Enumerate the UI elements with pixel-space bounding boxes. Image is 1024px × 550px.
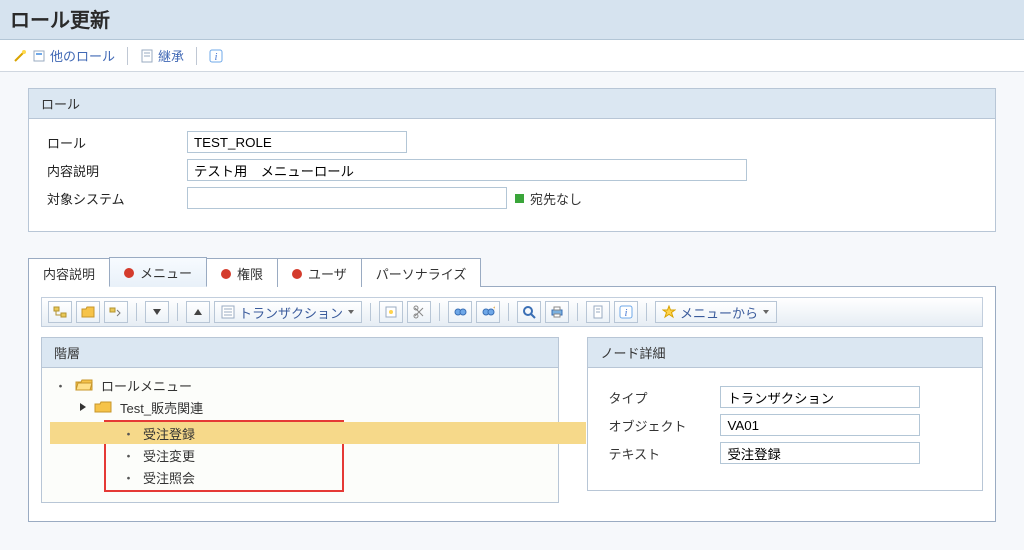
tab-container: 内容説明 メニュー 権限 ユーザ パーソナライズ トランザクション xyxy=(28,256,996,522)
page-title: ロール更新 xyxy=(10,4,1014,33)
main-toolbar: 他のロール 継承 i xyxy=(0,40,1024,72)
tab-desc[interactable]: 内容説明 xyxy=(28,258,110,287)
star-icon xyxy=(662,305,676,319)
info-icon: i xyxy=(619,305,633,319)
desc-input[interactable] xyxy=(187,159,747,181)
tab-personalize[interactable]: パーソナライズ xyxy=(361,258,482,287)
tree-item[interactable]: ・受注照会 xyxy=(50,466,342,488)
favorite-icon xyxy=(384,305,398,319)
tree-item-label: 受注変更 xyxy=(143,446,195,465)
folder-open-icon xyxy=(75,378,93,392)
role-group-title: ロール xyxy=(29,89,995,119)
other-role-label: 他のロール xyxy=(50,46,115,65)
status-dot-icon xyxy=(292,269,302,279)
chevron-up-icon xyxy=(193,307,203,317)
cut-button[interactable] xyxy=(407,301,431,323)
text-label: テキスト xyxy=(608,444,720,463)
hierarchy-title: 階層 xyxy=(42,338,558,368)
status-dot-icon xyxy=(221,269,231,279)
menu-from-label: メニューから xyxy=(680,303,758,322)
role-input[interactable] xyxy=(187,131,407,153)
scissors-icon xyxy=(412,305,426,319)
hierarchy-expand-icon xyxy=(53,305,67,319)
menu-from-button[interactable]: メニューから xyxy=(655,301,777,323)
printer-icon xyxy=(550,305,564,319)
tree-item-label: 受注登録 xyxy=(143,424,195,443)
svg-text:i: i xyxy=(625,308,628,319)
binoculars-icon xyxy=(453,305,467,319)
info-button-2[interactable]: i xyxy=(614,301,638,323)
tab-menu[interactable]: メニュー xyxy=(109,257,207,287)
collapse-icon xyxy=(109,305,123,319)
tree-item-label: 受注照会 xyxy=(143,468,195,487)
chevron-down-icon xyxy=(152,307,162,317)
info-button[interactable]: i xyxy=(209,49,223,63)
list-icon xyxy=(221,305,235,319)
tree-item-selected[interactable]: ・受注登録 xyxy=(50,422,586,444)
hierarchy-panel: 階層 ・ ロールメニュー Test_販売関連 xyxy=(41,337,559,503)
type-field[interactable] xyxy=(720,386,920,408)
separator xyxy=(127,47,128,65)
document-icon xyxy=(591,305,605,319)
status-dot-icon xyxy=(124,268,134,278)
caret-right-icon xyxy=(78,402,88,412)
binoculars-plus-icon: + xyxy=(481,305,495,319)
wand-icon xyxy=(12,48,28,64)
node-detail-title: ノード詳細 xyxy=(588,338,982,368)
doc-button[interactable] xyxy=(586,301,610,323)
tree-sub[interactable]: Test_販売関連 xyxy=(48,396,552,418)
magnifier-icon xyxy=(522,305,536,319)
folder-icon xyxy=(81,305,95,319)
system-status-text: 宛先なし xyxy=(530,189,582,208)
status-square-icon xyxy=(515,194,524,203)
chevron-down-icon xyxy=(347,308,355,316)
tab-auth[interactable]: 権限 xyxy=(206,258,278,287)
tab-user[interactable]: ユーザ xyxy=(277,258,362,287)
tree-item[interactable]: ・受注変更 xyxy=(50,444,342,466)
where-used-button[interactable] xyxy=(517,301,541,323)
hierarchy-expand-button[interactable] xyxy=(48,301,72,323)
role-icon xyxy=(32,49,46,63)
svg-text:+: + xyxy=(493,305,495,312)
inherit-label: 継承 xyxy=(158,46,184,65)
object-label: オブジェクト xyxy=(608,416,720,435)
type-label: タイプ xyxy=(608,388,720,407)
inherit-button[interactable]: 継承 xyxy=(140,46,184,65)
tree-root[interactable]: ・ ロールメニュー xyxy=(48,374,552,396)
favorite-button[interactable] xyxy=(379,301,403,323)
object-field[interactable] xyxy=(720,414,920,436)
separator xyxy=(196,47,197,65)
folder-button[interactable] xyxy=(76,301,100,323)
system-input[interactable] xyxy=(187,187,507,209)
text-field[interactable] xyxy=(720,442,920,464)
transaction-label: トランザクション xyxy=(239,303,343,322)
document-icon xyxy=(140,49,154,63)
node-detail-panel: ノード詳細 タイプ オブジェクト テキスト xyxy=(587,337,983,491)
role-groupbox: ロール ロール 内容説明 対象システム 宛先なし xyxy=(28,88,996,232)
tree-sub-label: Test_販売関連 xyxy=(120,398,203,417)
find-button[interactable] xyxy=(448,301,472,323)
up-button[interactable] xyxy=(186,301,210,323)
highlighted-items-box: ・受注登録 ・受注変更 ・受注照会 xyxy=(104,420,344,492)
chevron-down-icon xyxy=(762,308,770,316)
svg-text:i: i xyxy=(215,52,218,63)
role-label: ロール xyxy=(47,133,187,152)
dropdown-button[interactable] xyxy=(145,301,169,323)
page-header: ロール更新 xyxy=(0,0,1024,40)
tree-root-label: ロールメニュー xyxy=(101,376,192,395)
folder-closed-icon xyxy=(94,400,112,414)
print-button[interactable] xyxy=(545,301,569,323)
collapse-button[interactable] xyxy=(104,301,128,323)
info-icon: i xyxy=(209,49,223,63)
transaction-button[interactable]: トランザクション xyxy=(214,301,362,323)
find-next-button[interactable]: + xyxy=(476,301,500,323)
desc-label: 内容説明 xyxy=(47,161,187,180)
menu-toolbar: トランザクション + i メニューから xyxy=(41,297,983,327)
other-role-button[interactable]: 他のロール xyxy=(12,46,115,65)
system-label: 対象システム xyxy=(47,189,187,208)
